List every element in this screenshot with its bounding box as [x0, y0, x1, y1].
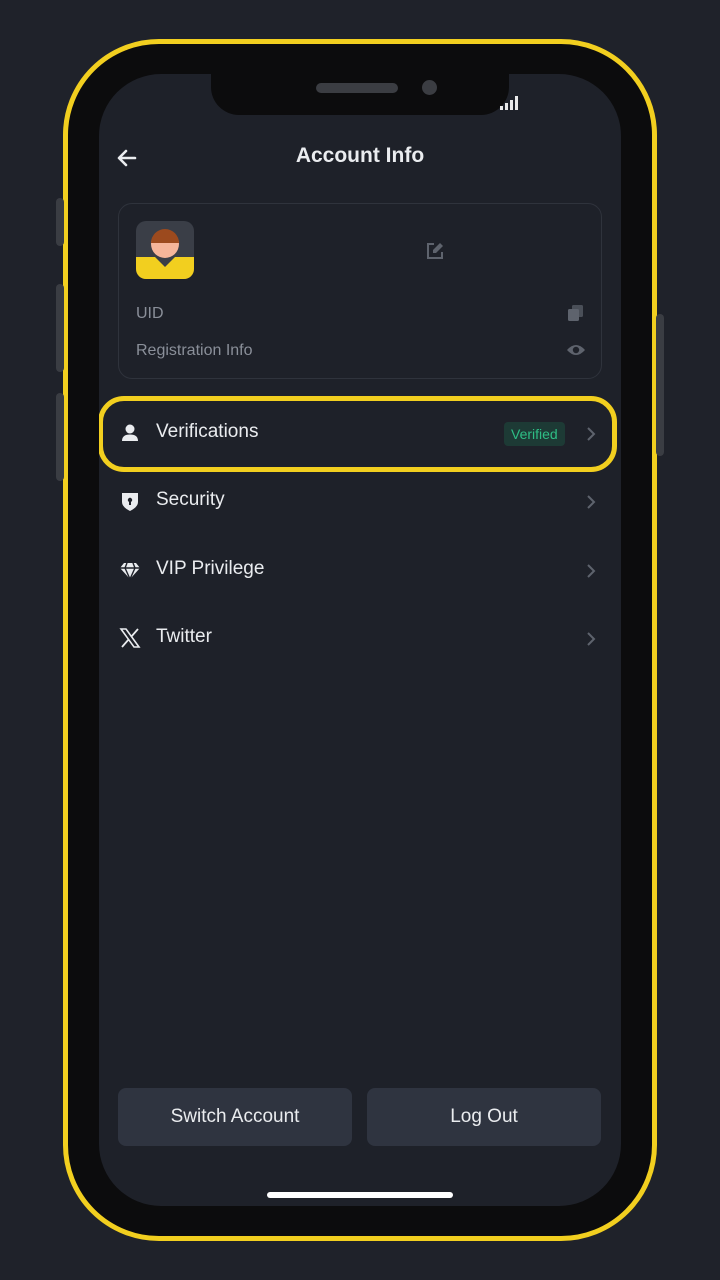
verifications-highlight	[99, 396, 617, 472]
log-out-button[interactable]: Log Out	[367, 1088, 601, 1146]
switch-account-button[interactable]: Switch Account	[118, 1088, 352, 1146]
signal-icon	[500, 96, 520, 110]
menu-item-security[interactable]: Security	[99, 472, 621, 532]
avatar[interactable]	[136, 221, 194, 279]
notch	[211, 74, 509, 115]
edit-icon[interactable]	[425, 241, 445, 261]
phone-screen: Account Info UID Registration Info Verif…	[99, 74, 621, 1206]
chevron-right-icon	[587, 564, 596, 578]
copy-icon[interactable]	[567, 304, 585, 322]
front-camera	[422, 80, 437, 95]
uid-label: UID	[136, 305, 164, 322]
chevron-right-icon	[587, 632, 596, 646]
chevron-right-icon	[587, 495, 596, 509]
menu-item-vip-privilege[interactable]: VIP Privilege	[99, 541, 621, 601]
menu-item-label: Security	[156, 489, 225, 510]
menu-item-twitter[interactable]: Twitter	[99, 609, 621, 669]
phone-volume-down	[56, 393, 64, 481]
menu-item-label: Twitter	[156, 626, 212, 647]
home-indicator[interactable]	[267, 1192, 453, 1198]
phone-power-button	[656, 314, 664, 456]
speaker	[316, 83, 398, 93]
diamond-icon	[120, 562, 140, 581]
shield-icon	[122, 493, 138, 511]
profile-card: UID Registration Info	[118, 203, 602, 379]
menu-item-label: VIP Privilege	[156, 558, 265, 579]
eye-icon[interactable]	[566, 342, 586, 358]
registration-info-label: Registration Info	[136, 342, 253, 359]
phone-volume-up	[56, 284, 64, 372]
x-logo-icon	[119, 628, 141, 648]
page-title: Account Info	[295, 144, 425, 167]
phone-mute-switch	[56, 198, 64, 246]
avatar-icon	[136, 229, 194, 279]
